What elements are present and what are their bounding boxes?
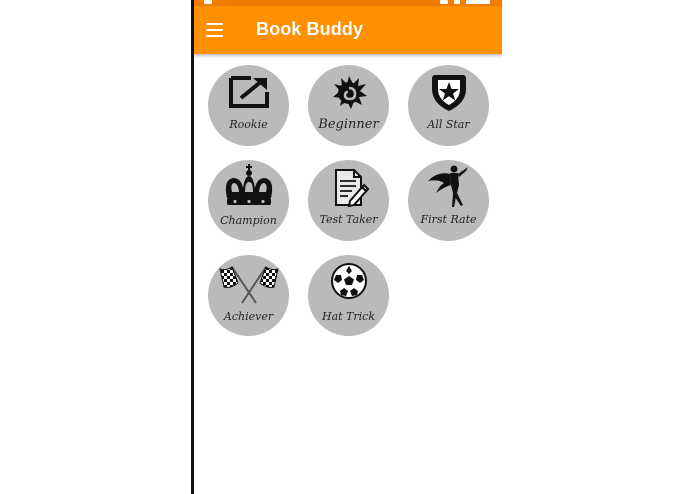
signal-icon	[440, 0, 448, 4]
badge-label: Rookie	[229, 118, 268, 131]
star-shield-icon	[431, 75, 466, 111]
flying-hero-icon	[427, 165, 468, 207]
badge-champion[interactable]: Champion	[208, 160, 289, 241]
badge-rookie[interactable]: Rookie	[208, 65, 289, 146]
badge-achiever[interactable]: Achiever	[208, 255, 289, 336]
hamburger-menu-icon[interactable]	[206, 20, 230, 40]
swirl-emblem-icon	[332, 76, 367, 109]
app-title: Book Buddy	[256, 19, 363, 39]
clock-icon	[466, 0, 490, 4]
badge-beginner[interactable]: Beginner	[308, 65, 389, 146]
app-bar: Book Buddy	[194, 6, 502, 54]
badge-label: Champion	[220, 214, 277, 227]
badge-label: Achiever	[223, 310, 274, 323]
battery-icon	[454, 0, 460, 4]
badge-label: All Star	[427, 118, 470, 131]
badge-label: Beginner	[318, 117, 379, 132]
external-link-box-icon	[228, 76, 269, 108]
badge-hat-trick[interactable]: Hat Trick	[308, 255, 389, 336]
badge-label: Hat Trick	[321, 310, 375, 323]
checkered-flags-icon	[218, 266, 279, 304]
badge-label: Test Taker	[319, 213, 378, 226]
badge-all-star[interactable]: All Star	[408, 65, 489, 146]
phone-screen: Book Buddy Rookie Beginner All Star Cham…	[194, 0, 502, 494]
document-pencil-icon	[334, 169, 369, 208]
badge-grid: Rookie Beginner All Star Champion Test T…	[208, 65, 498, 345]
soccer-ball-icon	[330, 263, 367, 299]
notification-icon	[204, 0, 212, 4]
badge-first-rate[interactable]: First Rate	[408, 160, 489, 241]
crown-icon	[225, 164, 272, 205]
badge-test-taker[interactable]: Test Taker	[308, 160, 389, 241]
badge-label: First Rate	[420, 213, 477, 226]
